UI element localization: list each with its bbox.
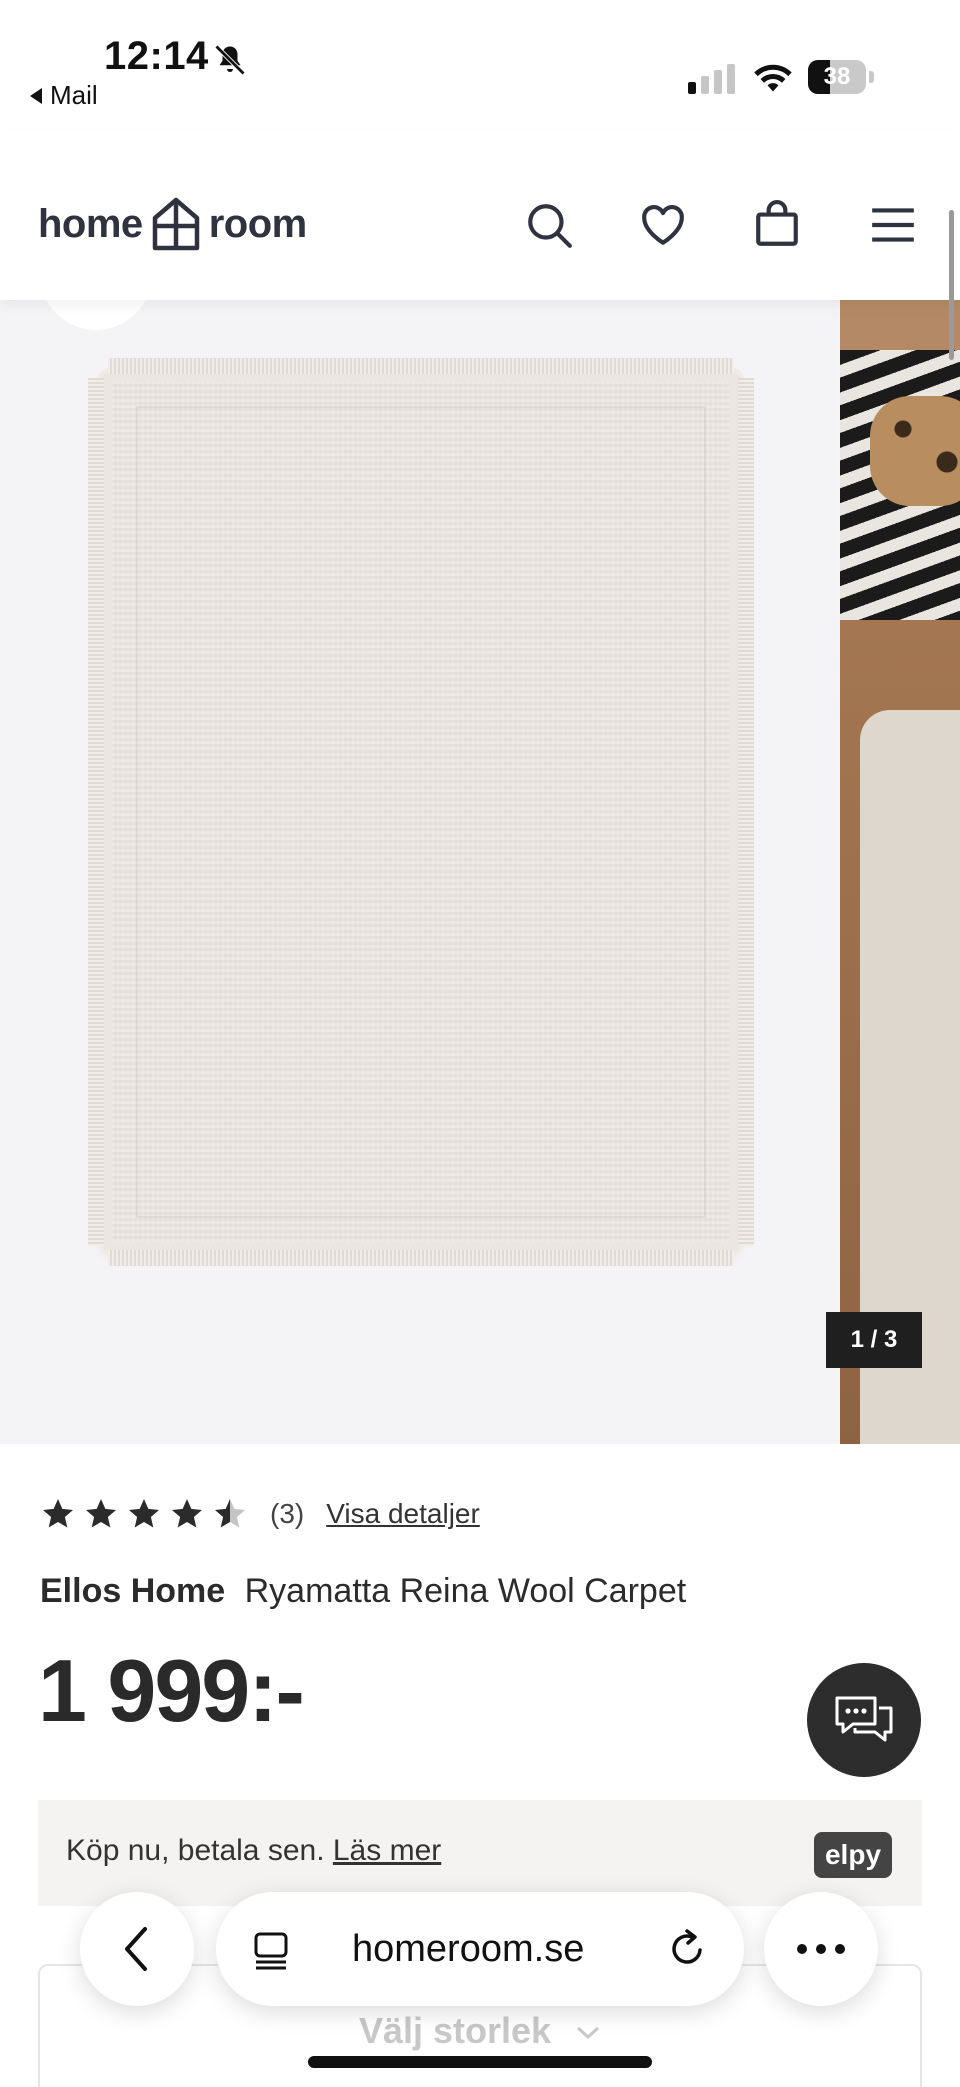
chevron-down-icon	[577, 2027, 600, 2040]
scrollbar-thumb[interactable]	[949, 210, 954, 360]
back-app-label: Mail	[50, 80, 98, 110]
house-logo-icon	[152, 197, 199, 251]
gallery-slide-next[interactable]	[840, 300, 960, 1444]
pay-later-box: Köp nu, betala sen. Läs mer elpy	[38, 1800, 922, 1906]
more-options-button[interactable]	[764, 1892, 878, 2006]
wifi-icon	[754, 64, 792, 92]
homeroom-logo[interactable]: home room	[38, 196, 307, 252]
read-more-link[interactable]: Läs mer	[333, 1834, 441, 1867]
url-text: homeroom.se	[352, 1928, 585, 1970]
product-price: 1 999:-	[38, 1641, 305, 1740]
star-icon	[43, 1499, 73, 1528]
chevron-left-icon	[125, 1927, 147, 1971]
size-selector-label: Välj storlek	[40, 2010, 920, 2052]
chat-bubbles-icon	[835, 1696, 893, 1742]
status-time: 12:14	[104, 34, 209, 78]
chat-button[interactable]	[807, 1663, 921, 1777]
reload-icon[interactable]	[664, 1926, 710, 1972]
review-count: (3)	[270, 1498, 305, 1529]
ellipsis-icon	[797, 1944, 845, 1954]
product-brand: Ellos Home	[40, 1572, 226, 1610]
gallery-counter: 1 / 3	[826, 1312, 922, 1368]
hamburger-menu-icon[interactable]	[868, 200, 918, 250]
gallery-slide-main[interactable]	[0, 300, 838, 1444]
star-icon	[172, 1499, 202, 1528]
show-details-link[interactable]: Visa detaljer	[326, 1498, 480, 1530]
size-label-text: Välj storlek	[358, 2010, 552, 2051]
logo-text-left: home	[38, 201, 143, 246]
battery-indicator: 38	[808, 60, 874, 94]
shopping-bag-icon[interactable]	[752, 200, 802, 250]
star-icon	[215, 1499, 245, 1528]
star-rating	[40, 1496, 248, 1532]
rating-row: (3) Visa detaljer	[40, 1494, 480, 1534]
elpy-badge: elpy	[814, 1832, 892, 1878]
browser-back-button[interactable]	[80, 1892, 194, 2006]
star-icon	[86, 1499, 116, 1528]
battery-level: 38	[823, 63, 851, 90]
status-bar: 12:14 Mail 38	[0, 0, 960, 130]
pay-later-text: Köp nu, betala sen. Läs mer	[66, 1834, 441, 1868]
logo-text-right: room	[208, 201, 308, 246]
product-title: Ellos Home Ryamatta Reina Wool Carpet	[40, 1572, 686, 1611]
address-bar[interactable]: homeroom.se	[216, 1892, 744, 2006]
pay-later-label: Köp nu, betala sen.	[66, 1834, 325, 1867]
cellular-signal-icon	[688, 62, 735, 94]
search-icon[interactable]	[524, 200, 574, 250]
site-header: home room	[0, 130, 960, 300]
back-to-app-link[interactable]: Mail	[30, 80, 98, 111]
heart-icon[interactable]	[638, 200, 688, 250]
star-icon	[129, 1499, 159, 1528]
tabs-icon	[254, 1932, 288, 1970]
leopard-pillow-image	[870, 396, 960, 506]
bell-muted-icon	[214, 44, 246, 76]
back-triangle-icon	[30, 87, 42, 104]
favorite-button-bg[interactable]	[40, 300, 152, 330]
product-name: Ryamatta Reina Wool Carpet	[244, 1572, 687, 1610]
product-image-rug	[88, 358, 754, 1266]
home-indicator[interactable]	[308, 2056, 652, 2068]
product-image-gallery[interactable]: 1 / 3	[0, 300, 960, 1444]
